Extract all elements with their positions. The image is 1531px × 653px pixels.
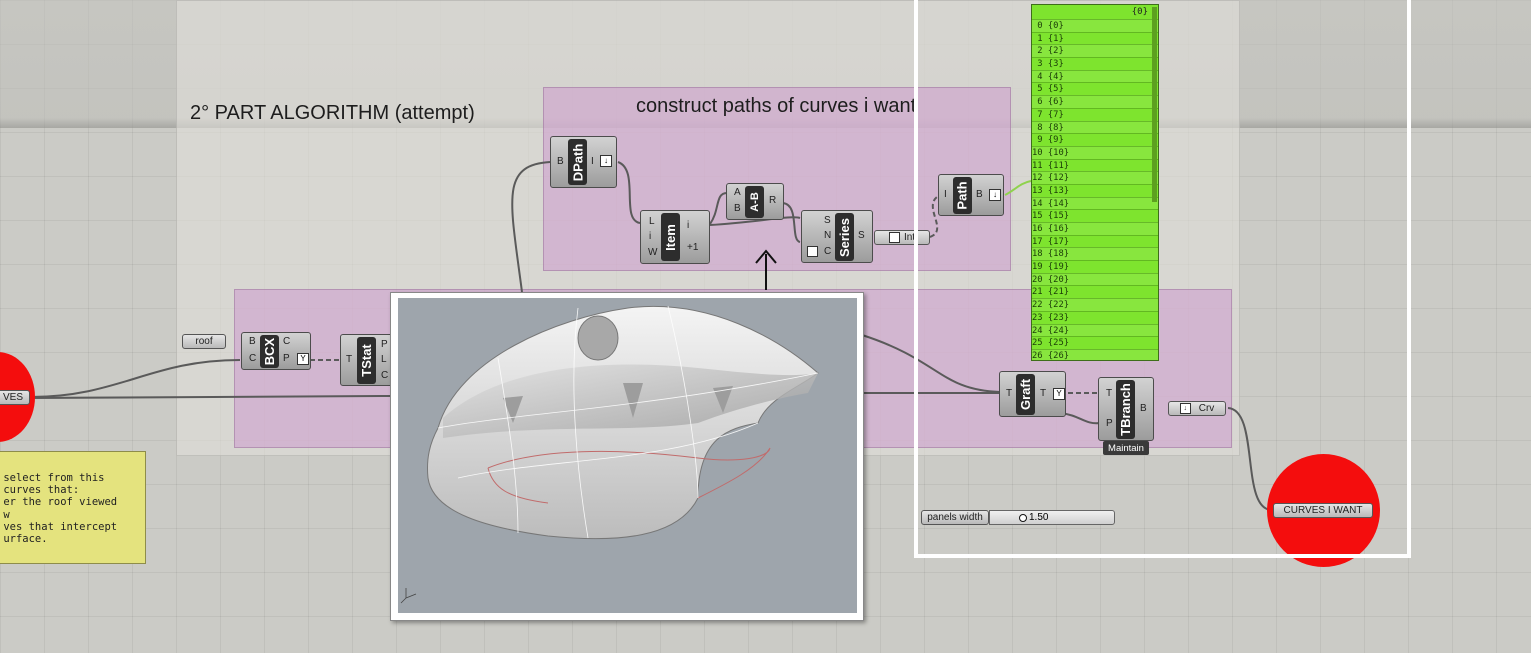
roof-label: roof xyxy=(195,336,213,347)
series-input-c[interactable]: C xyxy=(824,246,831,257)
item-output-plus1[interactable]: +1 xyxy=(687,242,698,253)
tstat-output-c[interactable]: C xyxy=(381,370,388,381)
selection-frame xyxy=(914,0,1411,558)
roof-surface-render xyxy=(400,305,819,604)
tstat-output-l[interactable]: L xyxy=(381,354,387,365)
flatten-icon: ↓ xyxy=(600,155,612,167)
dpath-label: DPath xyxy=(568,139,587,185)
bcx-output-c[interactable]: C xyxy=(283,336,290,347)
tstat-output-p[interactable]: P xyxy=(381,339,388,350)
graft-icon: Y xyxy=(297,353,309,365)
item-input-i[interactable]: i xyxy=(649,231,651,242)
bcx-output-p[interactable]: P xyxy=(283,353,290,364)
bcx-input-b[interactable]: B xyxy=(249,336,256,347)
component-series[interactable]: S N C Series S xyxy=(801,210,873,263)
tstat-label: TStat xyxy=(357,337,376,384)
axis-gizmo-icon xyxy=(400,588,417,604)
rhino-viewport[interactable] xyxy=(390,292,864,621)
component-subtraction[interactable]: A B A-B R xyxy=(726,183,784,220)
component-list-item[interactable]: L i W Item i +1 xyxy=(640,210,710,264)
ab-input-a[interactable]: A xyxy=(734,187,741,198)
roof-param[interactable]: roof xyxy=(182,334,226,349)
bcx-label: BCX xyxy=(260,335,279,368)
ab-input-b[interactable]: B xyxy=(734,203,741,214)
series-label: Series xyxy=(835,213,854,261)
tstat-input-t[interactable]: T xyxy=(346,354,352,365)
bcx-input-c[interactable]: C xyxy=(249,353,256,364)
note-scribble[interactable]: select from this curves that: er the roo… xyxy=(0,451,146,564)
series-input-n[interactable]: N xyxy=(824,230,831,241)
item-label: Item xyxy=(661,213,680,261)
dpath-input-b[interactable]: B xyxy=(557,156,564,167)
component-tstat[interactable]: T TStat P L C xyxy=(340,334,396,386)
ab-label: A-B xyxy=(745,186,764,218)
item-input-w[interactable]: W xyxy=(648,247,657,258)
component-dpath[interactable]: B DPath I ↓ xyxy=(550,136,617,188)
curves-left-param[interactable]: VES xyxy=(0,390,30,405)
component-bcx[interactable]: B C BCX C P Y xyxy=(241,332,311,370)
item-input-l[interactable]: L xyxy=(649,216,655,227)
item-output-i[interactable]: i xyxy=(687,220,689,231)
curves-left-label: VES xyxy=(2,392,23,403)
int-icon xyxy=(888,232,900,243)
series-output-s[interactable]: S xyxy=(858,230,865,241)
ab-output-r[interactable]: R xyxy=(769,195,776,206)
series-input-s[interactable]: S xyxy=(824,215,831,226)
param-icon xyxy=(807,246,818,257)
dpath-output-i[interactable]: I xyxy=(591,156,594,167)
